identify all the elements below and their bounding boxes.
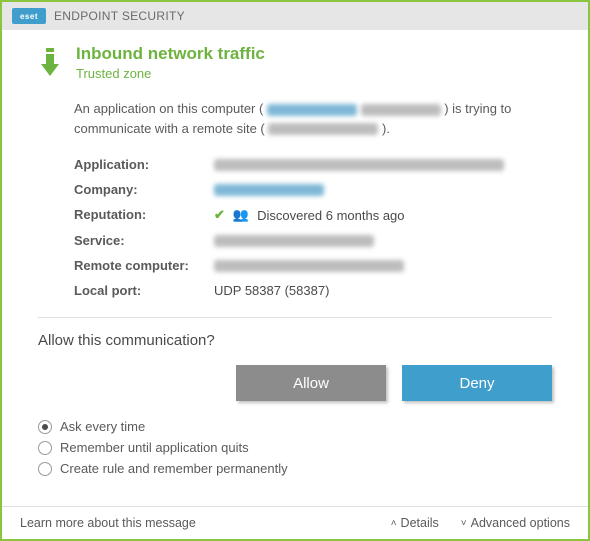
row-remote: Remote computer: [74,253,552,278]
localport-value: UDP 58387 (58387) [214,283,552,298]
radio-label: Create rule and remember permanently [60,461,288,476]
button-row: Allow Deny [38,365,552,401]
people-icon: 👥 [233,207,249,223]
dialog-window: eset ENDPOINT SECURITY Inbound network t… [0,0,590,541]
alert-title: Inbound network traffic [76,44,265,64]
alert-description: An application on this computer ( ) is t… [74,99,552,138]
label-localport: Local port: [74,283,214,298]
label-service: Service: [74,233,214,248]
radio-create-rule[interactable]: Create rule and remember permanently [38,461,552,476]
radio-label: Ask every time [60,419,145,434]
allow-button[interactable]: Allow [236,365,386,401]
radio-group: Ask every time Remember until applicatio… [38,419,552,476]
titlebar: eset ENDPOINT SECURITY [2,2,588,30]
label-reputation: Reputation: [74,207,214,223]
radio-label: Remember until application quits [60,440,249,455]
divider [38,317,552,318]
label-remote: Remote computer: [74,258,214,273]
label-application: Application: [74,157,214,172]
advanced-options-toggle[interactable]: ˅ Advanced options [461,516,570,530]
details-table: Application: Company: Reputation: ✔ 👥 Di… [74,152,552,303]
details-toggle[interactable]: ˄ Details [391,516,439,530]
check-icon: ✔ [214,207,225,223]
learn-more-link[interactable]: Learn more about this message [20,516,196,530]
row-company: Company: [74,177,552,202]
alert-subtitle: Trusted zone [76,66,265,81]
label-company: Company: [74,182,214,197]
product-name: ENDPOINT SECURITY [54,9,185,23]
content-area: Inbound network traffic Trusted zone An … [2,30,588,506]
radio-remember-until-quit[interactable]: Remember until application quits [38,440,552,455]
row-reputation: Reputation: ✔ 👥 Discovered 6 months ago [74,202,552,228]
footer: Learn more about this message ˄ Details … [2,506,588,539]
brand-logo: eset [12,8,46,24]
row-localport: Local port: UDP 58387 (58387) [74,278,552,303]
chevron-down-icon: ˅ [461,518,467,529]
radio-selected-dot [42,424,48,430]
question-text: Allow this communication? [38,332,552,349]
deny-button[interactable]: Deny [402,365,552,401]
row-service: Service: [74,228,552,253]
inbound-arrow-icon [39,48,61,78]
radio-ask-every-time[interactable]: Ask every time [38,419,552,434]
chevron-up-icon: ˄ [391,518,397,529]
reputation-text: Discovered 6 months ago [257,208,404,223]
row-application: Application: [74,152,552,177]
